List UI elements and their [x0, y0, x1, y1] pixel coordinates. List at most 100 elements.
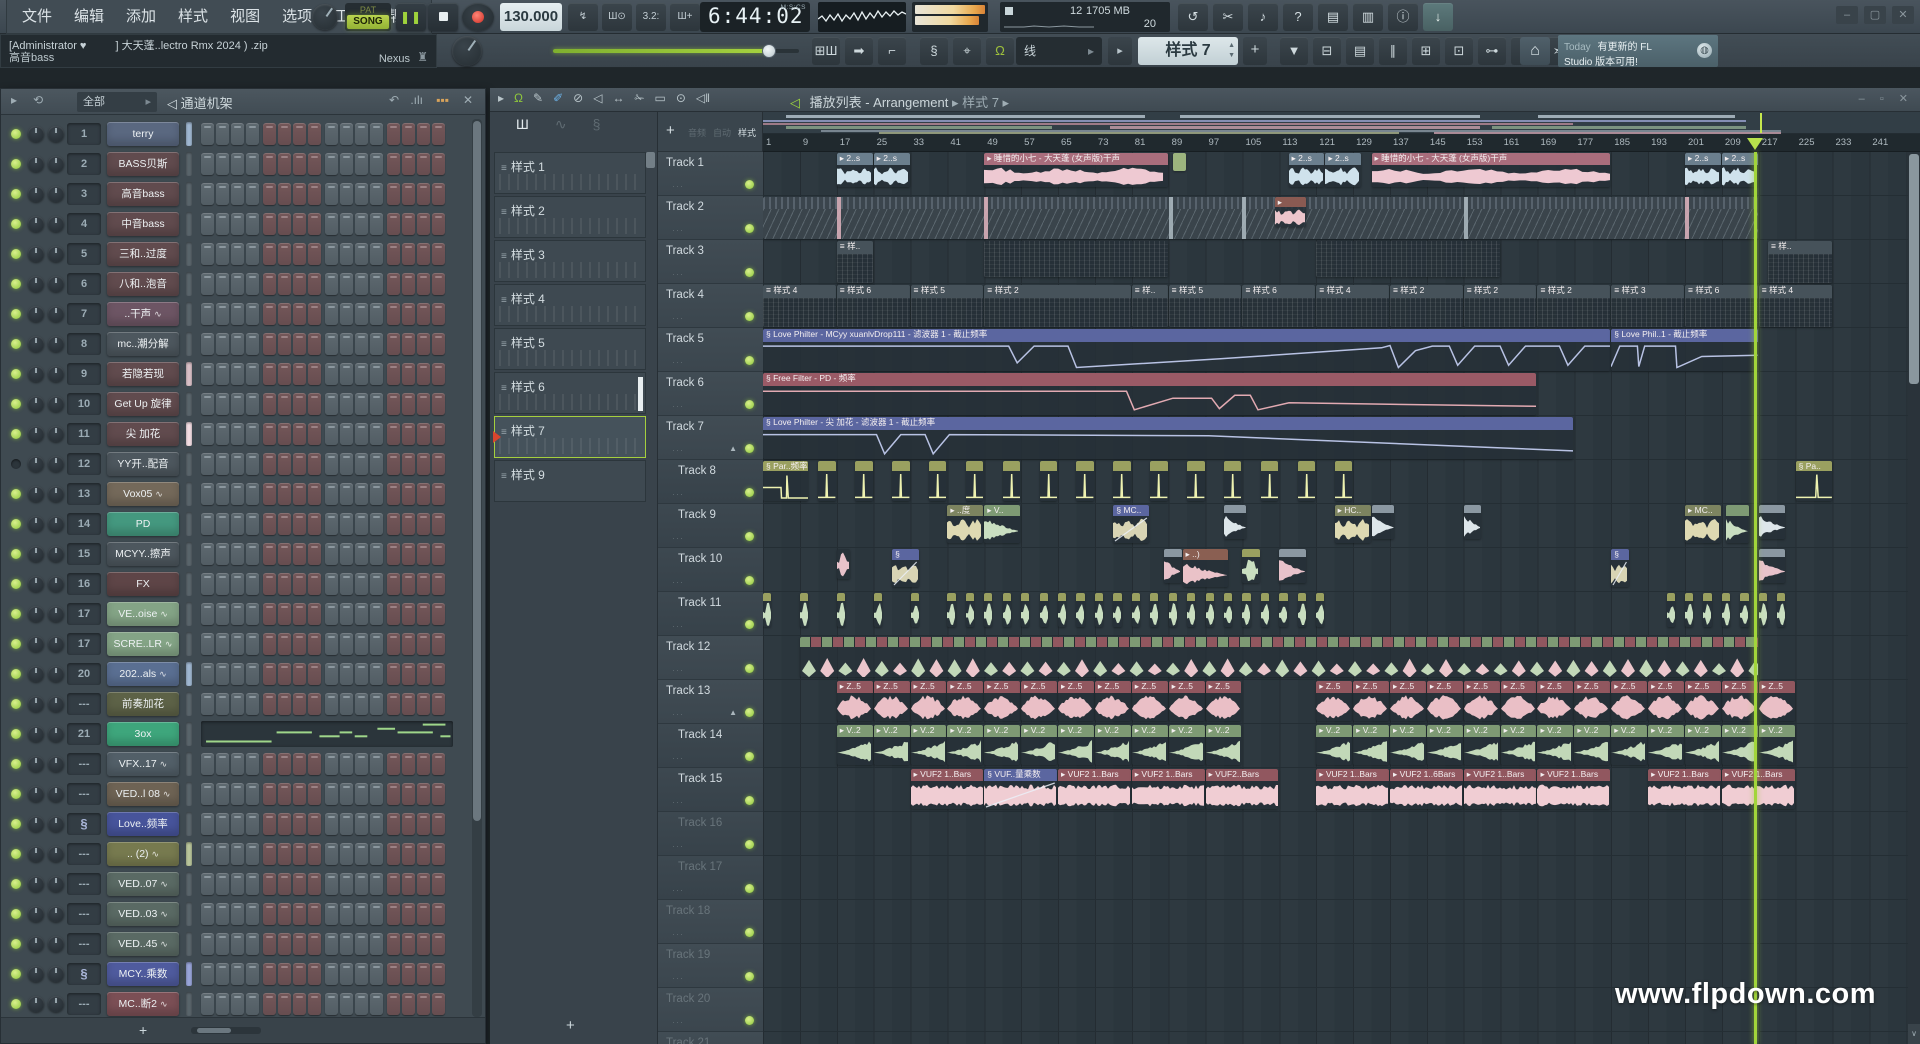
- channel-button[interactable]: Vox05 ∿: [107, 482, 179, 506]
- step-cell[interactable]: [246, 783, 259, 805]
- track-header[interactable]: Track 19···: [658, 944, 763, 988]
- step-cell[interactable]: [355, 423, 368, 445]
- track-led[interactable]: [745, 576, 754, 585]
- step-cell[interactable]: [231, 213, 244, 235]
- channel-button[interactable]: VE..oise ∿: [107, 602, 179, 626]
- channel-led[interactable]: [11, 189, 21, 199]
- playlist-clip[interactable]: [1279, 549, 1306, 583]
- playlist-clip[interactable]: ≡ 样..: [1768, 241, 1832, 283]
- playlist-clip[interactable]: ▸ VUF2 1..Bars: [1464, 769, 1537, 809]
- step-cell[interactable]: [293, 813, 306, 835]
- channel-volume-knob[interactable]: [48, 876, 64, 892]
- step-cell[interactable]: [387, 993, 400, 1015]
- step-cell[interactable]: [216, 513, 229, 535]
- playlist-grid[interactable]: 1917253341495765738189971051131211291371…: [763, 112, 1920, 1044]
- step-cell[interactable]: [231, 903, 244, 925]
- playlist-scrollbar[interactable]: ∨: [1908, 152, 1920, 1044]
- step-cell[interactable]: [370, 393, 383, 415]
- step-cell[interactable]: [308, 693, 321, 715]
- step-cell[interactable]: [216, 663, 229, 685]
- playlist-clip[interactable]: § VUF..量乘数: [984, 769, 1057, 809]
- channel-number[interactable]: 20: [67, 663, 101, 685]
- step-cell[interactable]: [263, 813, 276, 835]
- step-cell[interactable]: [293, 183, 306, 205]
- step-cell[interactable]: [308, 663, 321, 685]
- channel-pan-knob[interactable]: [28, 546, 44, 562]
- track-header[interactable]: Track 10···: [658, 548, 763, 592]
- step-cell[interactable]: [340, 423, 353, 445]
- pl-brush-icon[interactable]: ✐: [553, 91, 563, 105]
- step-cell[interactable]: [278, 153, 291, 175]
- step-cell[interactable]: [402, 423, 415, 445]
- step-cell[interactable]: [216, 243, 229, 265]
- playlist-clip[interactable]: [1242, 593, 1250, 627]
- playlist-clip[interactable]: ▸ V..2: [1206, 725, 1242, 765]
- step-cell[interactable]: [417, 513, 430, 535]
- track-led[interactable]: [745, 664, 754, 673]
- step-cell[interactable]: [308, 753, 321, 775]
- step-cell[interactable]: [402, 963, 415, 985]
- channel-pan-knob[interactable]: [28, 816, 44, 832]
- channel-number[interactable]: 21: [67, 723, 101, 745]
- song-label[interactable]: SONG: [347, 15, 389, 29]
- step-cell[interactable]: [325, 453, 338, 475]
- step-cell[interactable]: [402, 603, 415, 625]
- channel-number[interactable]: ---: [67, 843, 101, 865]
- playlist-clip[interactable]: ▸ Z..5: [1058, 681, 1094, 721]
- playlist-clip[interactable]: [1279, 593, 1287, 627]
- playlist-clip[interactable]: ▸ Z..5: [1427, 681, 1463, 721]
- step-cell[interactable]: [231, 693, 244, 715]
- track-header[interactable]: Track 7···▲: [658, 416, 763, 460]
- step-cell[interactable]: [308, 333, 321, 355]
- channel-number[interactable]: ---: [67, 873, 101, 895]
- playlist-clip[interactable]: ▸ VUF2 1..Bars: [1058, 769, 1131, 809]
- step-cell[interactable]: [293, 783, 306, 805]
- track-lane[interactable]: § Love Philter - MCyy xuanlvDrop111 - 滤波…: [763, 328, 1920, 372]
- playlist-clip[interactable]: [1206, 593, 1214, 627]
- channel-volume-knob[interactable]: [48, 486, 64, 502]
- step-cell[interactable]: [387, 153, 400, 175]
- step-cell[interactable]: [370, 513, 383, 535]
- step-cell[interactable]: [340, 603, 353, 625]
- rack-layout-icon[interactable]: ▪▪▪: [436, 93, 449, 107]
- step-cell[interactable]: [432, 243, 445, 265]
- step-cell[interactable]: [402, 243, 415, 265]
- playlist-clip[interactable]: ≡ 样式 4: [763, 285, 836, 327]
- step-cell[interactable]: [278, 393, 291, 415]
- step-cell[interactable]: [263, 153, 276, 175]
- playlist-clip[interactable]: [1113, 593, 1121, 627]
- step-cell[interactable]: [293, 243, 306, 265]
- track-lane[interactable]: ▸ Z..5▸ Z..5▸ Z..5▸ Z..5▸ Z..5▸ Z..5▸ Z.…: [763, 680, 1920, 724]
- channel-pan-knob[interactable]: [28, 936, 44, 952]
- step-cell[interactable]: [263, 183, 276, 205]
- channel-number[interactable]: 8: [67, 333, 101, 355]
- shuffle-knob[interactable]: [312, 4, 338, 30]
- track-header[interactable]: Track 4···: [658, 284, 763, 328]
- playlist-clip[interactable]: [1040, 461, 1057, 501]
- channel-button[interactable]: VED..l 08 ∿: [107, 782, 179, 806]
- step-cell[interactable]: [278, 513, 291, 535]
- step-cell[interactable]: [308, 783, 321, 805]
- menu-item-样式[interactable]: 样式: [167, 1, 219, 33]
- step-cell[interactable]: [402, 513, 415, 535]
- step-cell[interactable]: [263, 903, 276, 925]
- transport-opt-icon[interactable]: 3.2:: [636, 3, 666, 31]
- step-cell[interactable]: [370, 243, 383, 265]
- pl-slice-icon[interactable]: ✁: [634, 91, 644, 105]
- step-cell[interactable]: [246, 273, 259, 295]
- channel-button[interactable]: SCRE..LR ∿: [107, 632, 179, 656]
- step-cell[interactable]: [387, 753, 400, 775]
- playlist-clip[interactable]: ▸ V..2: [911, 725, 947, 765]
- step-cell[interactable]: [432, 393, 445, 415]
- step-cell[interactable]: [293, 933, 306, 955]
- track-header[interactable]: Track 3···: [658, 240, 763, 284]
- step-cell[interactable]: [432, 363, 445, 385]
- track-lane[interactable]: [763, 592, 1920, 636]
- playlist-clip[interactable]: ▸ Z..5: [837, 681, 873, 721]
- step-cell[interactable]: [201, 993, 214, 1015]
- step-cell[interactable]: [417, 663, 430, 685]
- step-cell[interactable]: [417, 903, 430, 925]
- step-cell[interactable]: [278, 753, 291, 775]
- step-cell[interactable]: [387, 453, 400, 475]
- playlist-clip[interactable]: [1685, 593, 1693, 627]
